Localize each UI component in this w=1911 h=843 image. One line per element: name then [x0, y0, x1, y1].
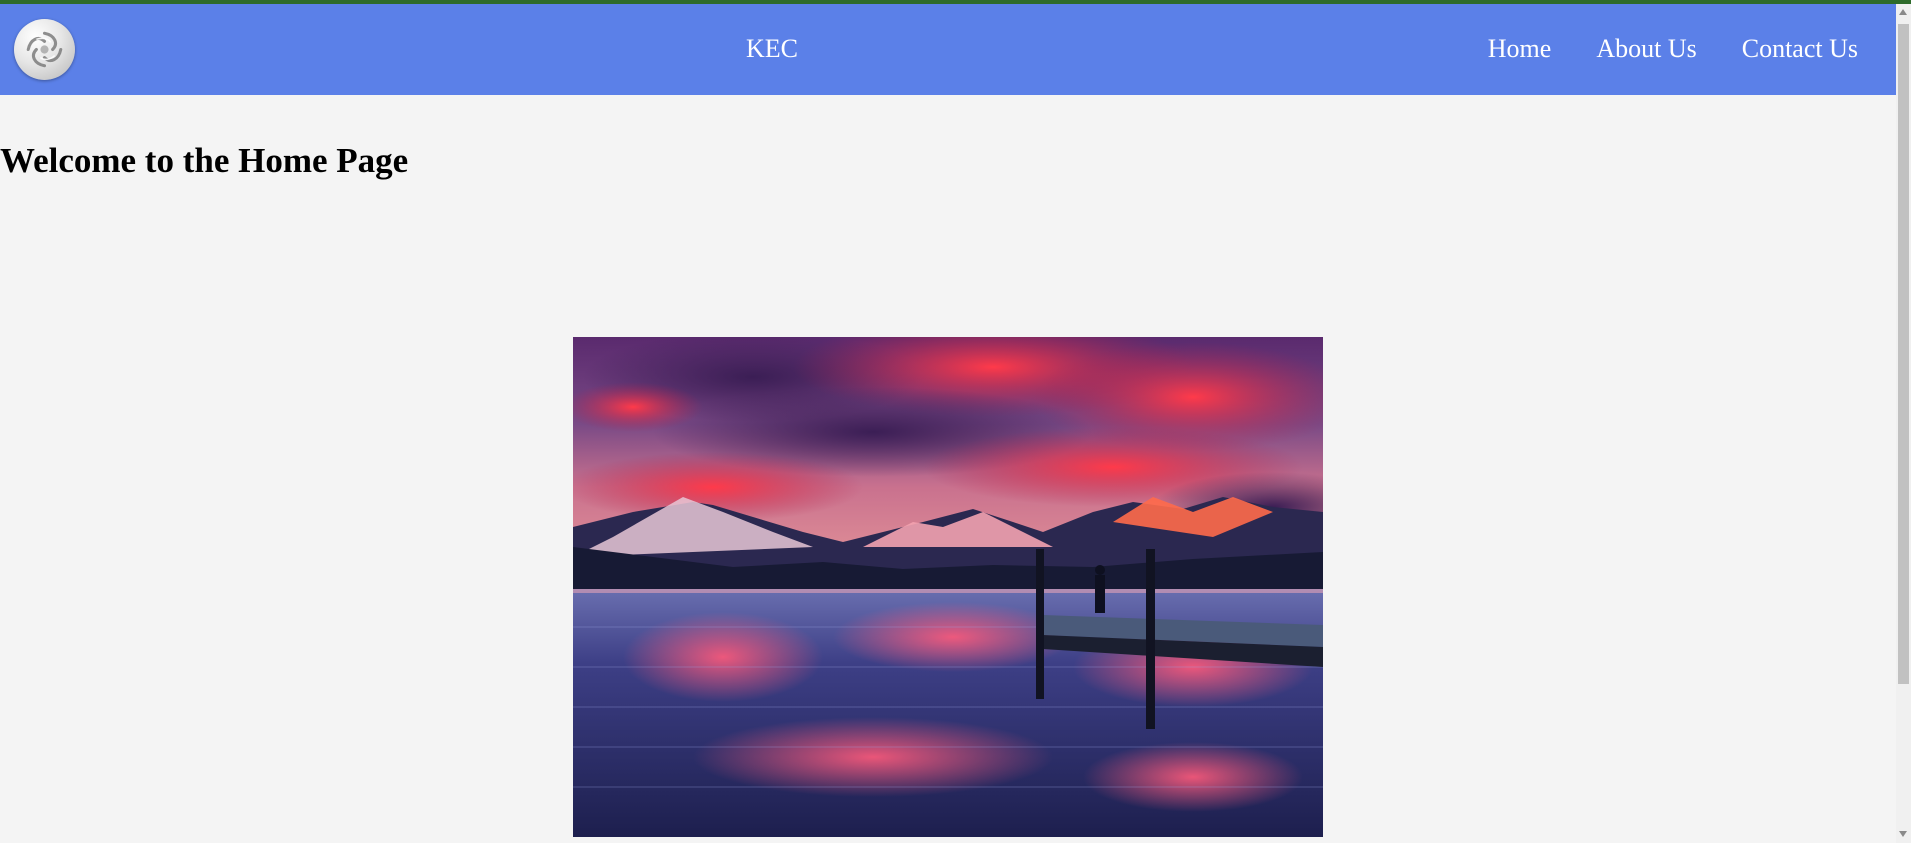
vertical-scrollbar[interactable]	[1896, 4, 1911, 843]
page-heading: Welcome to the Home Page	[0, 141, 409, 180]
scroll-down-arrow-icon[interactable]	[1899, 831, 1907, 837]
scrollbar-thumb[interactable]	[1898, 24, 1909, 684]
page: KEC Home About Us Contact Us Welcome to …	[0, 0, 1911, 843]
nav-link-contact-us[interactable]: Contact Us	[1742, 34, 1858, 64]
nav-link-about-us[interactable]: About Us	[1596, 34, 1696, 64]
nav-links: Home About Us Contact Us	[1488, 34, 1858, 64]
hero-image	[573, 337, 1323, 837]
swirl-logo-icon[interactable]	[14, 19, 75, 80]
brand-title: KEC	[746, 34, 798, 63]
scroll-up-arrow-icon[interactable]	[1899, 9, 1907, 15]
nav-link-home[interactable]: Home	[1488, 34, 1552, 64]
navbar: KEC Home About Us Contact Us	[0, 4, 1896, 95]
